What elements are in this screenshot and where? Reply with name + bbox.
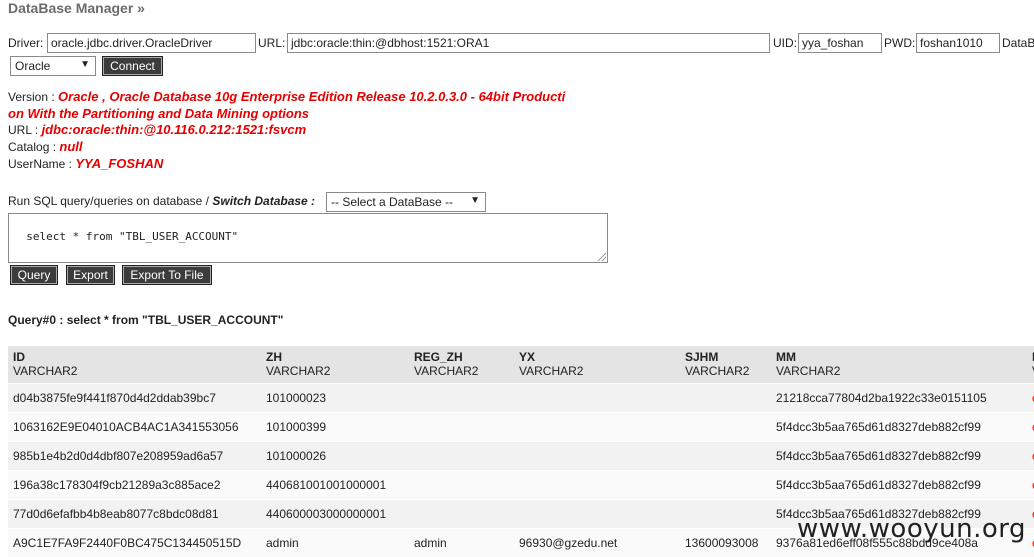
table-cell: 440681001001000001 [261,470,409,500]
export-to-file-button[interactable]: Export To File [122,265,212,285]
table-cell [680,412,771,442]
table-cell [680,499,771,529]
connect-button[interactable]: Connect [102,56,163,76]
username-value: YYA_FOSHAN [75,156,164,171]
url-info-label: URL : [8,123,42,137]
column-header: REG_ZH VARCHAR2 [409,346,514,384]
table-cell [409,412,514,442]
db-type-select[interactable]: Oracle ▼ [10,56,96,76]
table-cell: c [1027,499,1034,529]
version-value-line1: Oracle , Oracle Database 10g Enterprise … [58,89,566,104]
table-cell [680,383,771,413]
table-cell: c [1027,470,1034,500]
table-cell: admin [261,528,409,557]
table-cell: c [1027,412,1034,442]
catalog-label: Catalog : [8,140,60,154]
query-button[interactable]: Query [10,265,58,285]
table-cell: c [1027,383,1034,413]
table-cell: 21218cca77804d2ba1922c33e0151105 [771,383,1027,413]
catalog-value: null [59,139,83,154]
table-cell [409,499,514,529]
column-header: ZH VARCHAR2 [261,346,409,384]
table-cell [514,441,680,471]
table-cell: c [1027,528,1034,557]
table-cell [514,412,680,442]
driver-input[interactable]: oracle.jdbc.driver.OracleDriver [47,33,256,53]
table-cell: 5f4dcc3b5aa765d61d8327deb882cf99 [771,470,1027,500]
url-input[interactable]: jdbc:oracle:thin:@dbhost:1521:ORA1 [287,33,770,53]
table-cell: 77d0d6efafbb4b8eab8077c8bdc08d81 [8,499,261,529]
column-header: YX VARCHAR2 [514,346,680,384]
chevron-down-icon: ▼ [470,195,480,206]
table-row: 1063162E9E04010ACB4AC1A341553056 10100039… [8,412,1034,442]
table-cell: 101000026 [261,441,409,471]
database-select-value: -- Select a DataBase -- [331,195,454,209]
pwd-label: PWD: [884,36,916,50]
url-info: URL : jdbc:oracle:thin:@10.116.0.212:152… [8,122,306,137]
table-cell [680,441,771,471]
table-cell: 5f4dcc3b5aa765d61d8327deb882cf99 [771,441,1027,471]
catalog-info: Catalog : null [8,139,82,154]
table-cell: 440600003000000001 [261,499,409,529]
version-value-line2: on With the Partitioning and Data Mining… [8,106,310,121]
table-cell: A9C1E7FA9F2440F0BC475C134450515D [8,528,261,557]
table-cell: 96930@gzedu.net [514,528,680,557]
result-header-row: ID VARCHAR2 ZH VARCHAR2 REG_ZH VARCHAR2 YX V… [8,346,1034,384]
table-cell: 5f4dcc3b5aa765d61d8327deb882cf99 [771,412,1027,442]
version-info: Version : Oracle , Oracle Database 10g E… [8,89,565,104]
table-cell: c [1027,441,1034,471]
uid-input[interactable]: yya_foshan [798,33,882,53]
table-cell [409,441,514,471]
table-cell: d04b3875fe9f441f870d4d2ddab39bc7 [8,383,261,413]
url-label: URL: [258,36,286,50]
username-info: UserName : YYA_FOSHAN [8,156,163,171]
table-row: d04b3875fe9f441f870d4d2ddab39bc7 10100002… [8,383,1034,413]
column-header: SJHM VARCHAR2 [680,346,771,384]
export-button[interactable]: Export [66,265,115,285]
pwd-input[interactable]: foshan1010 [916,33,1000,53]
column-header: ID VARCHAR2 [8,346,261,384]
table-cell: admin [409,528,514,557]
username-label: UserName : [8,157,76,171]
table-cell: 1063162E9E04010ACB4AC1A341553056 [8,412,261,442]
chevron-down-icon: ▼ [80,59,90,70]
sql-textarea[interactable]: select * from "TBL_USER_ACCOUNT" [8,213,608,263]
database-select[interactable]: -- Select a DataBase -- ▼ [326,192,486,212]
switch-db-label: Switch Database : [212,194,316,208]
result-title: Query#0 : select * from "TBL_USER_ACCOUN… [8,313,284,327]
table-cell: 196a38c178304f9cb21289a3c885ace2 [8,470,261,500]
column-header: IV [1027,346,1034,384]
version-label: Version : [8,90,59,104]
run-sql-label: Run SQL query/queries on database / [8,194,213,208]
column-header: MM VARCHAR2 [771,346,1027,384]
page-title: DataBase Manager » [8,0,145,16]
table-cell [680,470,771,500]
resize-grip-icon[interactable] [598,253,606,261]
table-row: 196a38c178304f9cb21289a3c885ace2 44068100… [8,470,1034,500]
version-line2-row: on With the Partitioning and Data Mining… [8,106,309,121]
table-cell [409,383,514,413]
driver-label: Driver: [8,36,44,50]
database-label: DataB [1002,36,1034,50]
table-cell: 101000023 [261,383,409,413]
table-cell: 13600093008 [680,528,771,557]
table-cell: 101000399 [261,412,409,442]
uid-label: UID: [773,36,797,50]
watermark: www.wooyun.org [796,514,1026,544]
table-row: 985b1e4b2d0d4dbf807e208959ad6a57 10100002… [8,441,1034,471]
table-cell [514,470,680,500]
table-cell: 985b1e4b2d0d4dbf807e208959ad6a57 [8,441,261,471]
run-sql-line: Run SQL query/queries on database / Swit… [8,194,315,208]
url-info-value: jdbc:oracle:thin:@10.116.0.212:1521:fsvc… [41,122,307,137]
sql-text: select * from "TBL_USER_ACCOUNT" [26,230,239,243]
table-cell [409,470,514,500]
table-cell [514,499,680,529]
table-cell [514,383,680,413]
db-type-value: Oracle [15,59,51,73]
